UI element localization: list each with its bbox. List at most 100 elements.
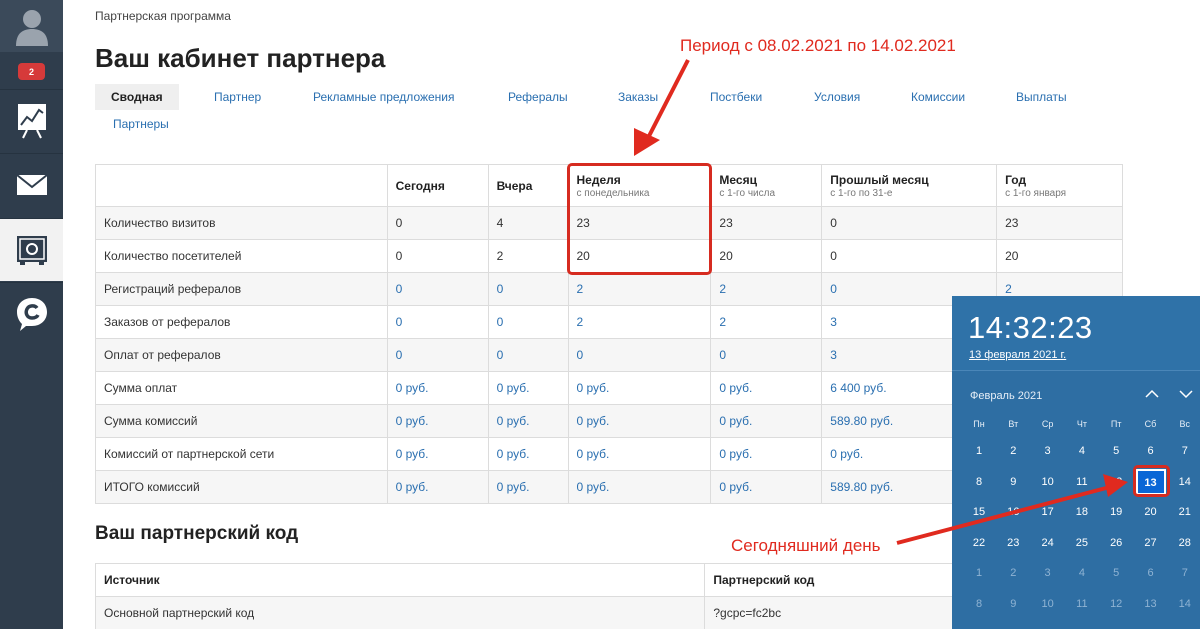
calendar-day[interactable]: 4: [1065, 559, 1099, 587]
row-label: Комиссий от партнерской сети: [95, 437, 388, 471]
calendar-day[interactable]: 11: [1065, 590, 1099, 618]
stat-cell[interactable]: 0 руб.: [487, 404, 569, 438]
calendar-day[interactable]: 6: [1134, 559, 1168, 587]
calendar-day[interactable]: 9: [996, 590, 1030, 618]
sidebar-item-partner[interactable]: [0, 218, 63, 281]
tab-referrals[interactable]: Рефералы: [508, 84, 568, 110]
tab-orders[interactable]: Заказы: [618, 84, 658, 110]
stat-cell[interactable]: 0: [710, 338, 823, 372]
calendar-day[interactable]: 14: [1168, 468, 1200, 496]
stat-cell[interactable]: 0: [386, 338, 489, 372]
calendar-day[interactable]: 8: [962, 468, 996, 496]
header-yesterday: Вчера: [487, 164, 569, 207]
calendar-day[interactable]: 12: [1099, 590, 1133, 618]
calendar-day[interactable]: 22: [962, 529, 996, 557]
header-empty: [95, 164, 388, 207]
stat-cell[interactable]: 0 руб.: [487, 371, 569, 405]
calendar-day[interactable]: 19: [1099, 498, 1133, 526]
stat-cell[interactable]: 0: [487, 338, 569, 372]
calendar-day[interactable]: 3: [1031, 437, 1065, 465]
calendar-day[interactable]: 28: [1168, 529, 1200, 557]
tab-terms[interactable]: Условия: [814, 84, 860, 110]
calendar-day[interactable]: 10: [1031, 590, 1065, 618]
stat-cell[interactable]: 0: [487, 272, 569, 306]
stat-cell[interactable]: 0 руб.: [710, 404, 823, 438]
calendar-day[interactable]: 7: [1168, 437, 1200, 465]
calendar-day[interactable]: 21: [1168, 498, 1200, 526]
calendar-day[interactable]: 2: [996, 559, 1030, 587]
stat-cell[interactable]: 0 руб.: [386, 404, 489, 438]
calendar-day[interactable]: 23: [996, 529, 1030, 557]
tab-payouts[interactable]: Выплаты: [1016, 84, 1067, 110]
calendar-day[interactable]: 24: [1031, 529, 1065, 557]
calendar-day[interactable]: 14: [1168, 590, 1200, 618]
section-title-partner-code: Ваш партнерский код: [95, 523, 299, 544]
stat-cell[interactable]: 2: [567, 305, 712, 339]
tab-summary[interactable]: Сводная: [95, 84, 179, 110]
calendar-day[interactable]: 5: [1099, 559, 1133, 587]
breadcrumb[interactable]: Партнерская программа: [95, 9, 231, 23]
stat-cell[interactable]: 0: [567, 338, 712, 372]
stat-cell[interactable]: 0 руб.: [386, 470, 489, 504]
calendar-day[interactable]: 1: [962, 559, 996, 587]
calendar-day[interactable]: 1: [962, 437, 996, 465]
stat-cell[interactable]: 2: [710, 272, 823, 306]
notification-badge[interactable]: 2: [18, 63, 45, 80]
stat-cell[interactable]: 2: [567, 272, 712, 306]
stat-cell[interactable]: 0 руб.: [386, 371, 489, 405]
tab-commissions[interactable]: Комиссии: [911, 84, 965, 110]
stat-cell[interactable]: 0 руб.: [710, 470, 823, 504]
calendar-day[interactable]: 15: [962, 498, 996, 526]
week-highlight-box: [567, 163, 712, 275]
calendar-day[interactable]: 5: [1099, 437, 1133, 465]
calendar-day[interactable]: 27: [1134, 529, 1168, 557]
chevron-down-icon[interactable]: [1176, 386, 1196, 402]
calendar-day[interactable]: 11: [1065, 468, 1099, 496]
row-label: ИТОГО комиссий: [95, 470, 388, 504]
sidebar-item-chat[interactable]: [0, 282, 63, 345]
calendar-day[interactable]: 9: [996, 468, 1030, 496]
calendar-day[interactable]: 17: [1031, 498, 1065, 526]
tab-postbacks[interactable]: Постбеки: [710, 84, 762, 110]
sidebar-item-mail[interactable]: [0, 153, 63, 216]
stat-cell[interactable]: 0 руб.: [386, 437, 489, 471]
stat-cell[interactable]: 0: [386, 305, 489, 339]
tab-partner[interactable]: Партнер: [214, 84, 261, 110]
calendar-day[interactable]: 7: [1168, 559, 1200, 587]
stat-cell[interactable]: 2: [710, 305, 823, 339]
stat-cell[interactable]: 0 руб.: [567, 437, 712, 471]
chevron-up-icon[interactable]: [1142, 386, 1162, 402]
calendar-day[interactable]: 12: [1099, 468, 1133, 496]
safe-icon: [16, 236, 47, 265]
user-avatar[interactable]: [0, 0, 63, 52]
calendar-day[interactable]: 8: [962, 590, 996, 618]
calendar-day[interactable]: 18: [1065, 498, 1099, 526]
calendar-month[interactable]: Февраль 2021: [970, 390, 1042, 402]
calendar-day[interactable]: 6: [1134, 437, 1168, 465]
calendar-day[interactable]: 3: [1031, 559, 1065, 587]
calendar-day[interactable]: 16: [996, 498, 1030, 526]
stat-cell[interactable]: 0 руб.: [567, 470, 712, 504]
tab-offers[interactable]: Рекламные предложения: [313, 84, 455, 110]
stat-cell[interactable]: 0 руб.: [567, 371, 712, 405]
stat-cell[interactable]: 0 руб.: [710, 437, 823, 471]
stat-cell[interactable]: 0: [386, 272, 489, 306]
sidebar-item-stats[interactable]: [0, 89, 63, 152]
stat-cell[interactable]: 0: [487, 305, 569, 339]
calendar-day[interactable]: 2: [996, 437, 1030, 465]
calendar-day[interactable]: 10: [1031, 468, 1065, 496]
clock-date-link[interactable]: 13 февраля 2021 г.: [969, 349, 1066, 361]
source-cell: Основной партнерский код: [94, 596, 706, 629]
stat-cell[interactable]: 0 руб.: [487, 470, 569, 504]
calendar-day[interactable]: 26: [1099, 529, 1133, 557]
stat-cell[interactable]: 0 руб.: [487, 437, 569, 471]
row-label: Количество визитов: [95, 206, 388, 240]
stat-cell[interactable]: 0 руб.: [710, 371, 823, 405]
calendar-day[interactable]: 4: [1065, 437, 1099, 465]
calendar-day[interactable]: 13: [1134, 590, 1168, 618]
tab-partners[interactable]: Партнеры: [113, 111, 169, 137]
stat-cell[interactable]: 0 руб.: [567, 404, 712, 438]
calendar-day[interactable]: 25: [1065, 529, 1099, 557]
calendar-day[interactable]: 20: [1134, 498, 1168, 526]
row-label: Заказов от рефералов: [95, 305, 388, 339]
